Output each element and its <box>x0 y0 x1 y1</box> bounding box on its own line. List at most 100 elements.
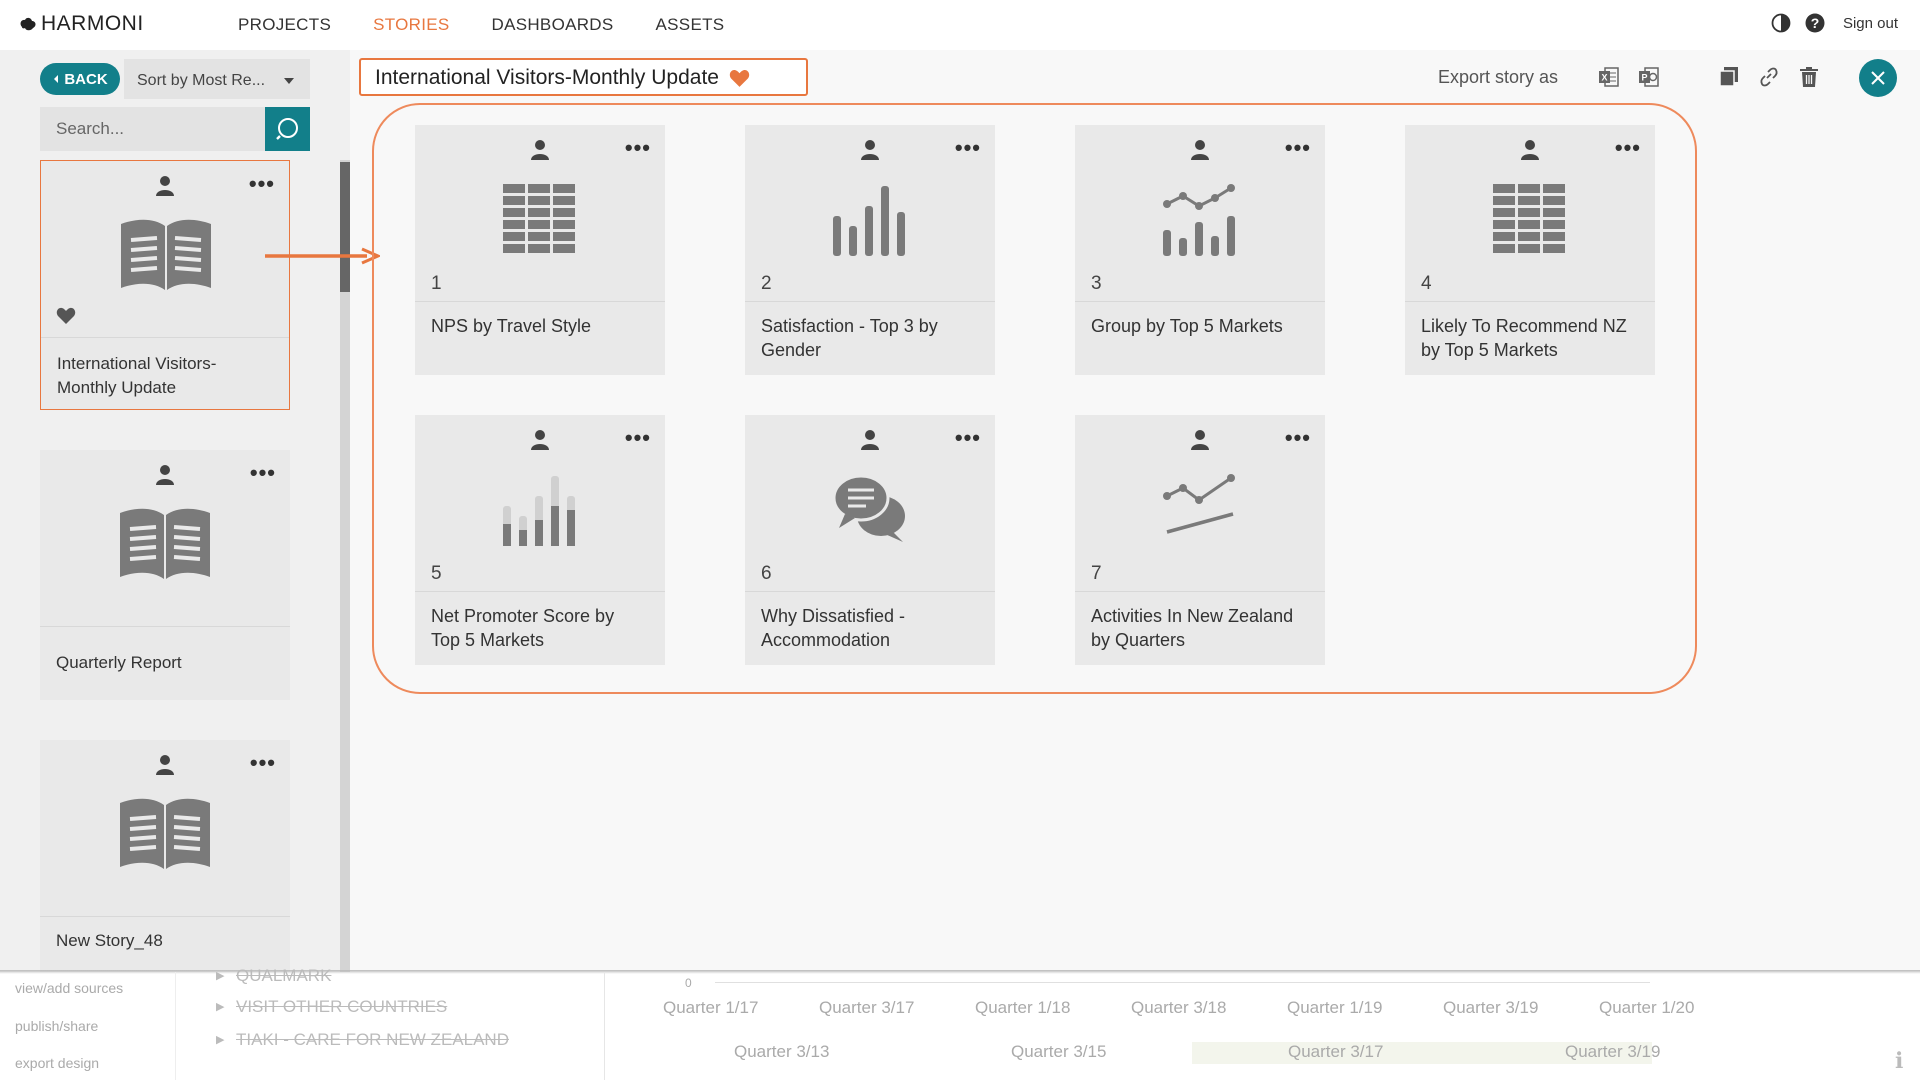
story-page-card[interactable]: ••• 3 Group by Top 5 Markets <box>1075 125 1325 375</box>
page-card-thumbnail: ••• 2 <box>745 125 995 301</box>
story-card-title: International Visitors- Monthly Update <box>41 337 289 411</box>
search-button[interactable] <box>265 107 310 151</box>
page-title-line: Activities In New Zealand <box>1091 606 1294 626</box>
bg-range-tick: Quarter 3/13 <box>734 1042 830 1061</box>
person-icon <box>531 140 549 160</box>
svg-text:X: X <box>1601 73 1607 83</box>
trash-icon[interactable] <box>1799 66 1819 88</box>
link-icon[interactable] <box>1759 66 1779 88</box>
more-options-icon[interactable]: ••• <box>1285 427 1311 449</box>
story-card-thumbnail: ••• <box>41 161 289 336</box>
bg-view-add-sources-link: view/add sources <box>15 980 124 996</box>
bg-tree-item: VISIT OTHER COUNTRIES <box>236 997 448 1016</box>
more-options-icon[interactable]: ••• <box>955 427 981 449</box>
more-options-icon[interactable]: ••• <box>1615 137 1641 159</box>
export-powerpoint-icon[interactable]: P <box>1638 66 1660 88</box>
bg-axis-tick: Quarter 1/18 <box>975 998 1071 1017</box>
story-title-line: Monthly Update <box>57 378 177 397</box>
bg-axis-tick: Quarter 1/19 <box>1287 998 1383 1017</box>
nav-assets[interactable]: ASSETS <box>656 15 725 35</box>
page-card-thumbnail: ••• 5 <box>415 415 665 591</box>
page-title-line: by Quarters <box>1091 630 1186 650</box>
story-card[interactable]: ••• New Story_48 <box>40 740 290 972</box>
nav-stories[interactable]: STORIES <box>373 15 449 35</box>
bg-range-tick: Quarter 3/17 <box>1288 1042 1384 1061</box>
svg-text:P: P <box>1641 73 1647 83</box>
page-card-thumbnail: ••• 7 <box>1075 415 1325 591</box>
story-page-card[interactable]: ••• 4 Likely To Recommend NZ by Top 5 Ma… <box>1405 125 1655 375</box>
favorite-heart-icon[interactable] <box>729 69 750 88</box>
bg-tree-item: QUALMARK <box>236 966 332 985</box>
page-title-line: Why Dissatisfied - <box>761 606 906 626</box>
person-icon <box>156 465 174 485</box>
sidebar-scrollbar-thumb[interactable] <box>340 162 350 292</box>
sort-dropdown-value: Sort by Most Re... <box>137 72 266 89</box>
search-input[interactable] <box>40 107 266 151</box>
help-icon[interactable]: ? <box>1805 13 1825 33</box>
close-story-button[interactable] <box>1859 59 1897 97</box>
page-card-thumbnail: ••• 6 <box>745 415 995 591</box>
caret-left-icon <box>54 75 59 83</box>
more-options-icon[interactable]: ••• <box>955 137 981 159</box>
story-card[interactable]: ••• Quarterly Report <box>40 450 290 700</box>
story-page-card[interactable]: ••• 5 Net Promoter Score by Top 5 Market… <box>415 415 665 665</box>
logo-mark-icon <box>20 17 36 31</box>
favorite-heart-icon[interactable] <box>56 307 76 325</box>
more-options-icon[interactable]: ••• <box>1285 137 1311 159</box>
sign-out-link[interactable]: Sign out <box>1843 15 1898 32</box>
story-page-card[interactable]: ••• 1 NPS by Travel Style <box>415 125 665 375</box>
export-excel-icon[interactable]: X <box>1598 66 1620 88</box>
combo-chart-icon <box>1163 184 1235 256</box>
more-options-icon[interactable]: ••• <box>249 173 275 195</box>
story-page-card[interactable]: ••• 2 Satisfaction - Top 3 by Gender <box>745 125 995 375</box>
page-card-title: Activities In New Zealand by Quarters <box>1075 591 1325 665</box>
page-title-line: Satisfaction - Top 3 by <box>761 316 938 336</box>
more-options-icon[interactable]: ••• <box>625 427 651 449</box>
story-page-card[interactable]: ••• 6 Why Dissatisfied - Accommodation <box>745 415 995 665</box>
book-icon <box>120 798 210 869</box>
page-title-line: Top 5 Markets <box>431 630 545 650</box>
more-options-icon[interactable]: ••• <box>250 752 276 774</box>
contrast-toggle-icon[interactable] <box>1771 13 1791 33</box>
top-navigation-bar: HARMONI PROJECTS STORIES DASHBOARDS ASSE… <box>0 0 1920 50</box>
story-page-card[interactable]: ••• 7 Activities In New Zealand by Quart… <box>1075 415 1325 665</box>
bg-export-design-link: export design <box>15 1055 100 1071</box>
bg-axis-zero: 0 <box>685 976 692 990</box>
bg-axis-tick: Quarter 3/18 <box>1131 998 1227 1017</box>
caret-down-icon <box>284 78 294 84</box>
duplicate-icon[interactable] <box>1718 66 1740 88</box>
table-icon <box>1493 184 1565 253</box>
bg-tree-item: TIAKI - CARE FOR NEW ZEALAND <box>236 1030 509 1049</box>
page-title-line: Net Promoter Score by <box>431 606 615 626</box>
story-title-field[interactable]: International Visitors-Monthly Update <box>359 58 808 96</box>
story-card-title: Quarterly Report <box>40 626 290 700</box>
page-number: 1 <box>431 273 442 294</box>
story-card[interactable]: ••• International Visitors- Monthly Upda… <box>40 160 290 410</box>
more-options-icon[interactable]: ••• <box>625 137 651 159</box>
more-options-icon[interactable]: ••• <box>250 462 276 484</box>
back-button[interactable]: BACK <box>40 63 120 95</box>
page-card-title: Why Dissatisfied - Accommodation <box>745 591 995 665</box>
chevron-right-icon: ▶ <box>216 970 225 982</box>
page-card-title: Group by Top 5 Markets <box>1075 301 1325 375</box>
bg-axis-tick: Quarter 3/17 <box>819 998 915 1017</box>
bar-chart-icon <box>833 186 905 256</box>
bg-axis-tick: Quarter 1/17 <box>663 998 759 1017</box>
page-number: 6 <box>761 563 772 584</box>
nav-projects[interactable]: PROJECTS <box>238 15 331 35</box>
story-title-text: International Visitors-Monthly Update <box>375 66 719 89</box>
page-number: 7 <box>1091 563 1102 584</box>
nav-dashboards[interactable]: DASHBOARDS <box>492 15 614 35</box>
page-title-line: by Top 5 Markets <box>1421 340 1558 360</box>
page-number: 5 <box>431 563 442 584</box>
book-icon <box>120 508 210 579</box>
bg-publish-share-link: publish/share <box>15 1018 99 1034</box>
sort-dropdown[interactable]: Sort by Most Re... <box>124 59 310 99</box>
harmoni-logo[interactable]: HARMONI <box>18 12 144 36</box>
story-card-thumbnail: ••• <box>40 740 290 915</box>
bg-range-tick: Quarter 3/19 <box>1565 1042 1661 1061</box>
page-title-line: Group by Top 5 Markets <box>1091 316 1283 336</box>
chevron-right-icon: ▶ <box>216 1001 225 1013</box>
bg-tree-panel: ▶ QUALMARK ▶ VISIT OTHER COUNTRIES ▶ TIA… <box>175 966 605 1080</box>
page-number: 2 <box>761 273 772 294</box>
